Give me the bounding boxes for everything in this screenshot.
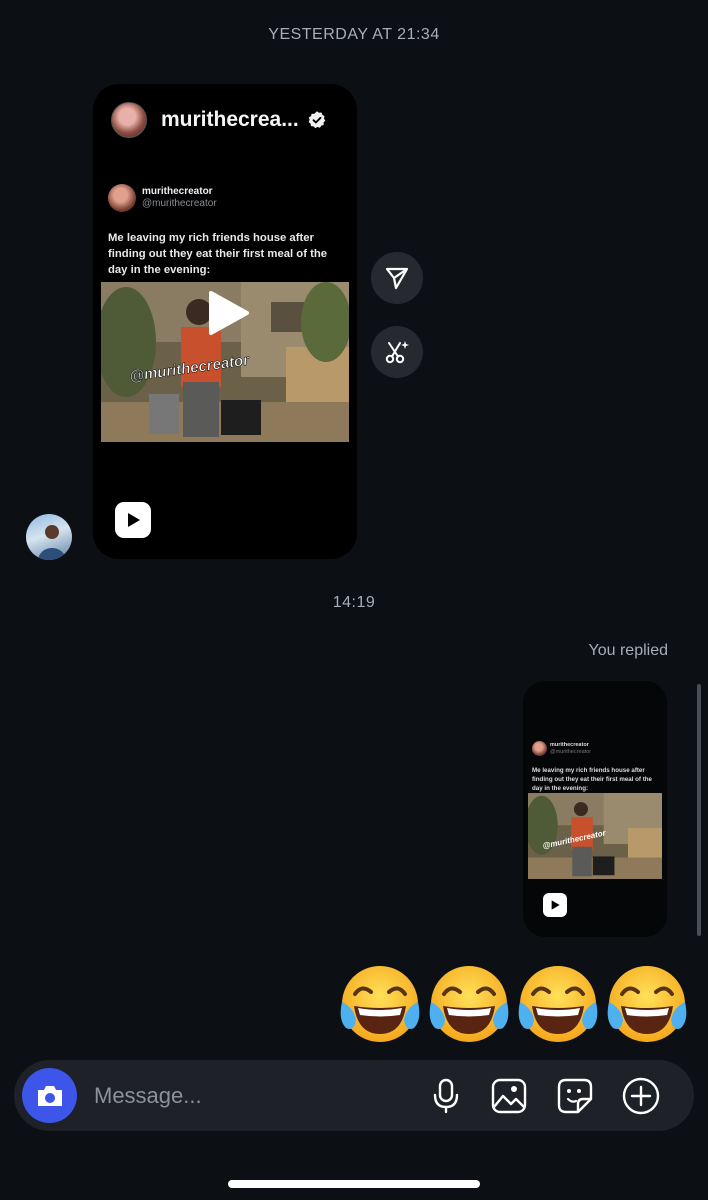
- tweet-avatar: [108, 184, 136, 212]
- more-options-button[interactable]: [621, 1076, 661, 1116]
- camera-icon: [37, 1085, 62, 1106]
- preview-tweet-text: Me leaving my rich friends house after f…: [532, 767, 652, 792]
- emoji-reply-message[interactable]: [338, 962, 689, 1046]
- camera-button[interactable]: [22, 1068, 77, 1123]
- tweet-screenshot: murithecreator @murithecreator Me leavin…: [101, 184, 349, 442]
- preview-tweet-avatar: [532, 741, 547, 756]
- tweet-author-handle: @murithecreator: [142, 198, 217, 209]
- timestamp-yesterday: YESTERDAY AT 21:34: [268, 26, 440, 43]
- gallery-button[interactable]: [489, 1076, 529, 1116]
- voice-message-button[interactable]: [426, 1076, 466, 1116]
- sender-avatar[interactable]: [26, 514, 72, 560]
- video-thumbnail[interactable]: @murithecreator: [101, 282, 349, 442]
- shared-reel-card[interactable]: murithecrea... murithecreator @murithecr…: [93, 84, 357, 559]
- you-replied-label: You replied: [588, 642, 668, 659]
- preview-author-name: murithecreator: [550, 741, 589, 748]
- ai-edit-button[interactable]: [371, 326, 423, 378]
- sticker-button[interactable]: [555, 1076, 595, 1116]
- share-send-icon: [385, 267, 409, 290]
- scrollbar[interactable]: [697, 684, 701, 936]
- gallery-icon: [491, 1078, 527, 1114]
- preview-video-thumbnail: @murithecreator: [528, 793, 662, 879]
- tweet-author-name: murithecreator: [142, 186, 213, 197]
- share-button[interactable]: [371, 252, 423, 304]
- reel-play-icon: [115, 502, 151, 538]
- message-input[interactable]: [92, 1080, 396, 1112]
- microphone-icon: [433, 1078, 459, 1114]
- preview-reel-icon: [543, 893, 567, 917]
- tears-of-joy-emoji: [338, 964, 422, 1044]
- verified-badge-icon: [308, 111, 325, 129]
- tears-of-joy-emoji: [605, 964, 689, 1044]
- ai-edit-icon: [385, 341, 409, 364]
- tears-of-joy-emoji: [516, 964, 600, 1044]
- tweet-text: Me leaving my rich friends house after f…: [108, 232, 328, 276]
- account-avatar[interactable]: [111, 102, 147, 138]
- timestamp-today: 14:19: [332, 594, 376, 611]
- preview-author-handle: @murithecreator: [550, 748, 592, 755]
- plus-circle-icon: [622, 1077, 660, 1115]
- reel-header[interactable]: murithecrea...: [111, 102, 327, 138]
- sticker-icon: [557, 1078, 593, 1114]
- play-icon[interactable]: [205, 290, 251, 336]
- replied-reel-preview[interactable]: murithecreator @murithecreator Me leavin…: [523, 681, 667, 937]
- account-username[interactable]: murithecrea...: [161, 108, 299, 132]
- message-composer: [14, 1060, 694, 1131]
- tears-of-joy-emoji: [427, 964, 511, 1044]
- home-indicator[interactable]: [228, 1180, 480, 1188]
